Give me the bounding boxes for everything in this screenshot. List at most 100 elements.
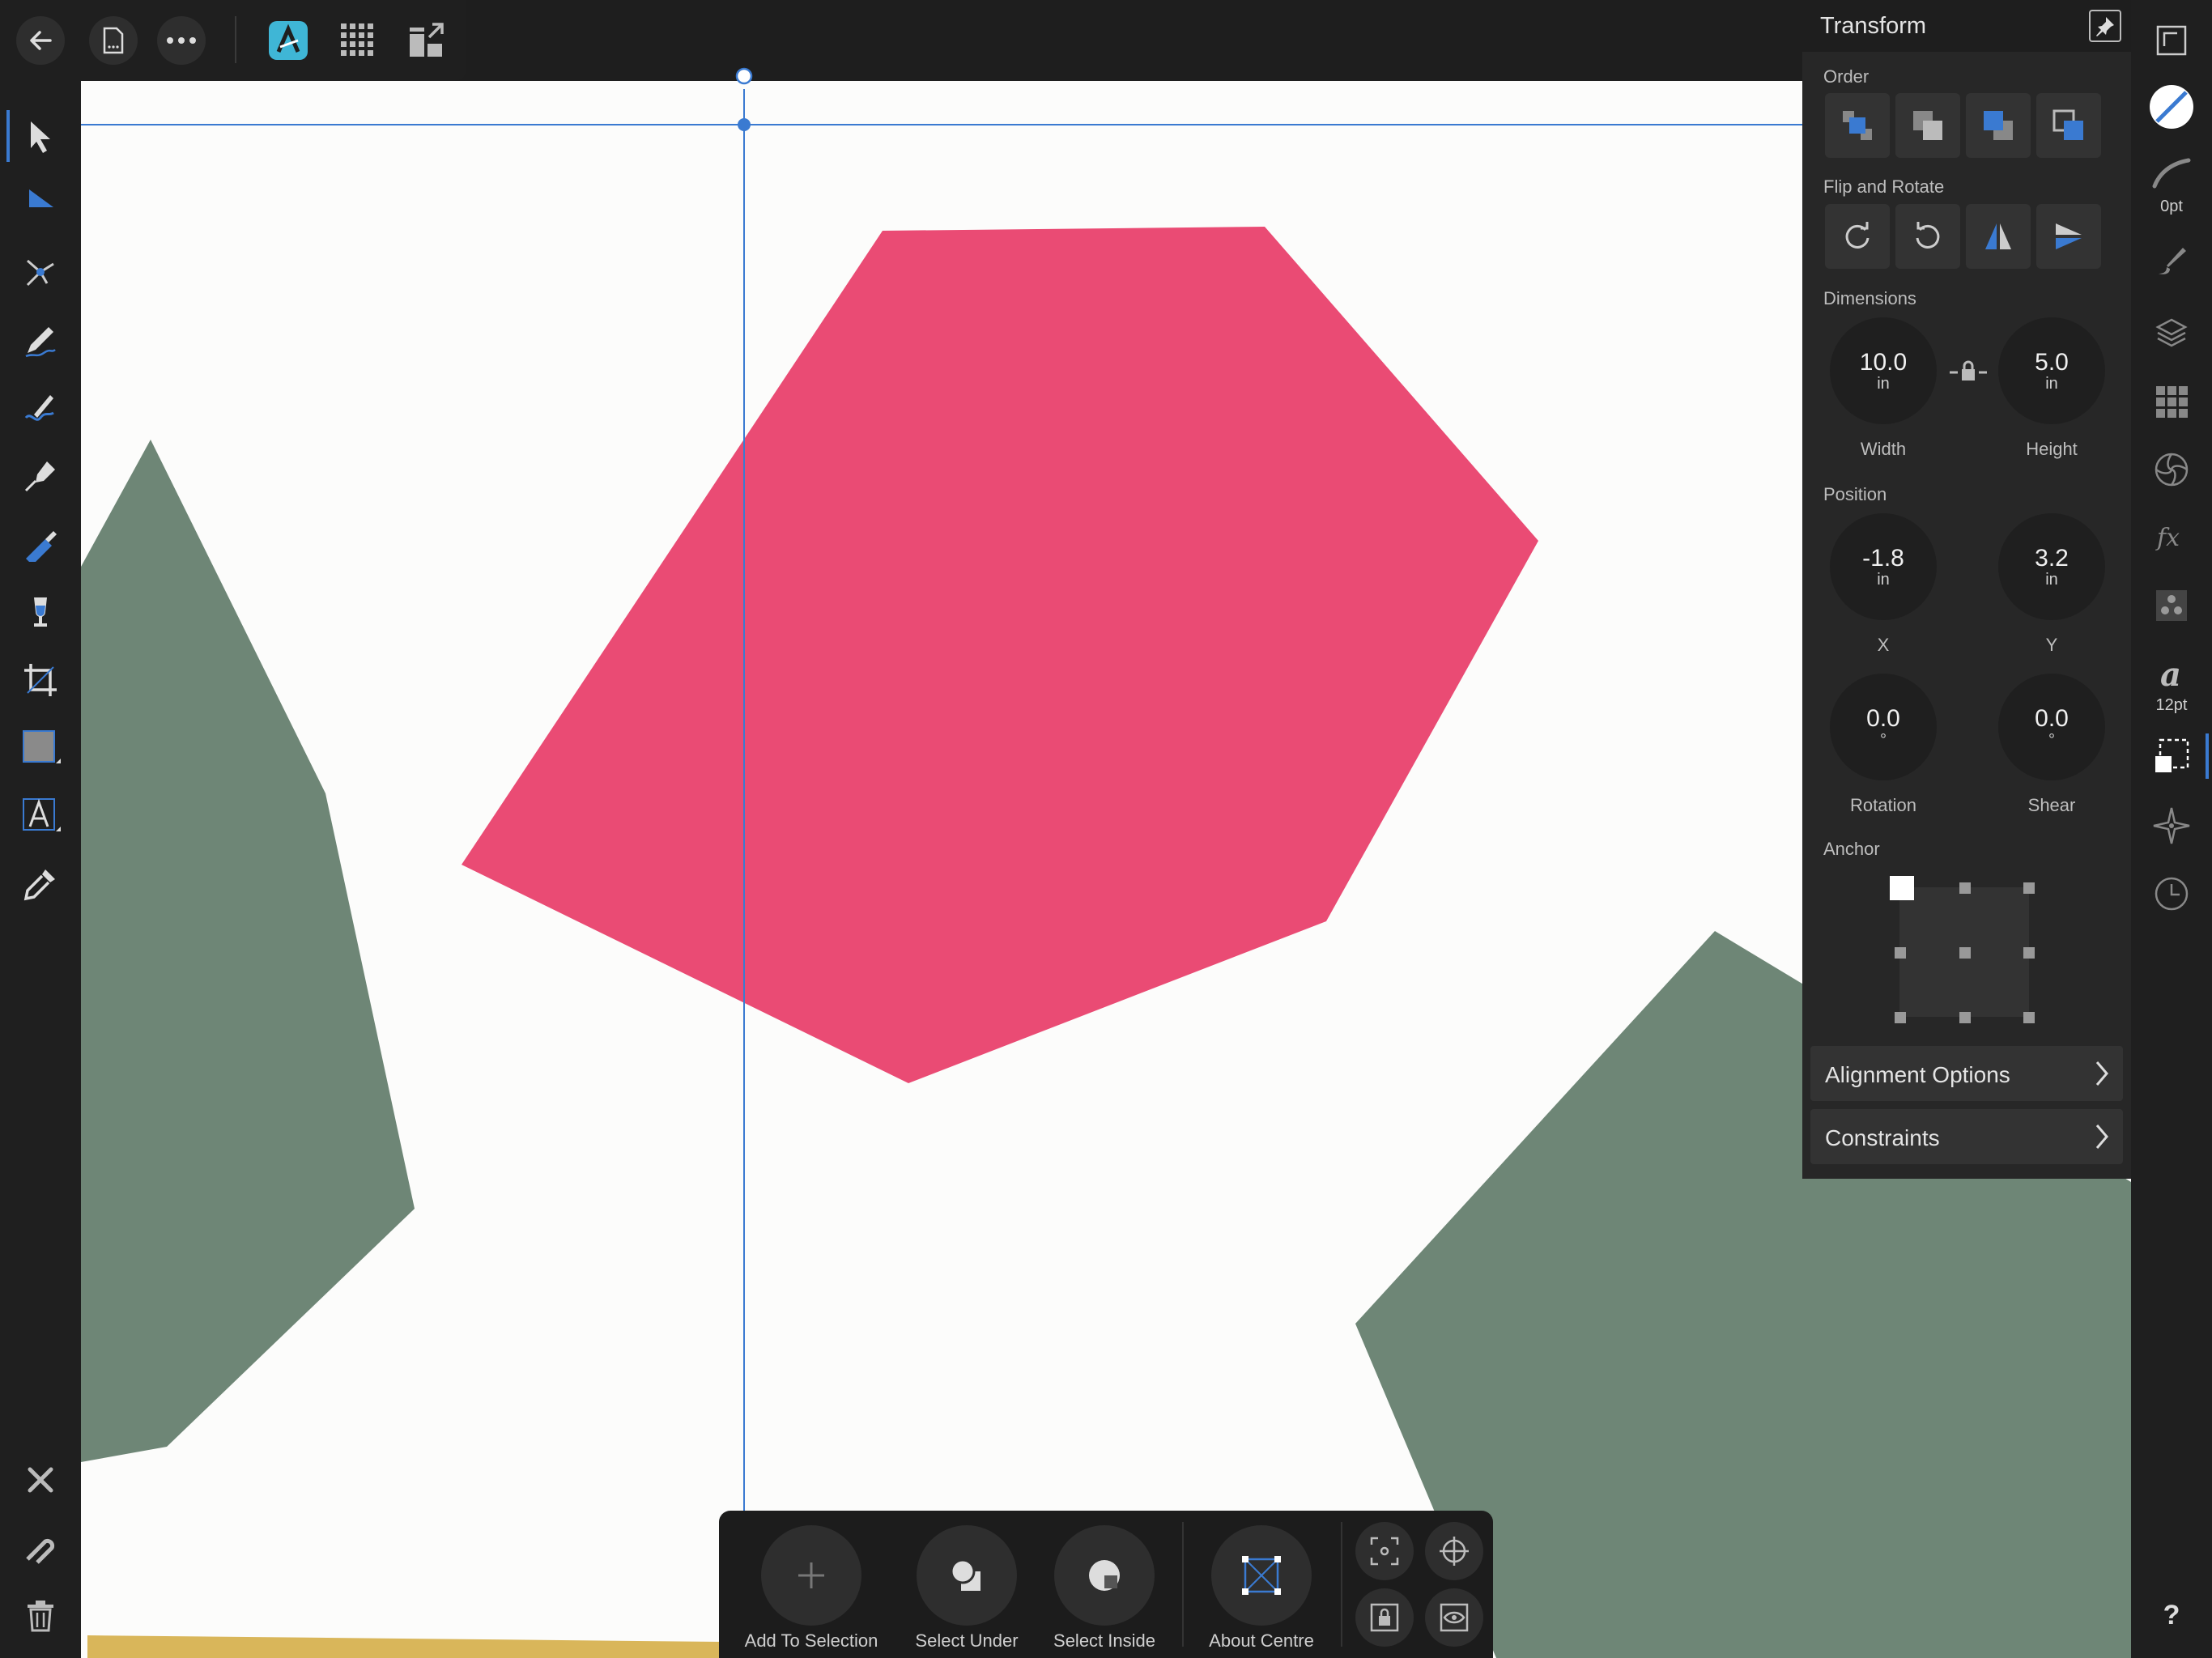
stroke-studio-button[interactable] <box>2146 147 2197 199</box>
anchor-point-middle-left[interactable] <box>1895 947 1906 959</box>
transparency-icon <box>34 597 47 627</box>
anchor-point-bottom-left[interactable] <box>1895 1012 1906 1023</box>
snapping-button[interactable] <box>15 1522 66 1574</box>
add-to-selection-button[interactable] <box>761 1525 861 1626</box>
move-tool[interactable] <box>15 110 66 162</box>
brushes-studio-button[interactable] <box>2146 235 2197 287</box>
transform-studio-button[interactable] <box>2146 730 2197 782</box>
rotation-dial[interactable]: 0.0 ° <box>1830 674 1937 780</box>
help-button[interactable]: ? <box>2131 1600 2212 1631</box>
node-tool[interactable] <box>15 178 66 230</box>
alignment-options-label: Alignment Options <box>1825 1062 2010 1087</box>
stroke-icon <box>2152 158 2191 189</box>
move-back-button[interactable] <box>1966 93 2031 158</box>
close-icon <box>28 1467 53 1493</box>
select-inside-button[interactable] <box>1054 1525 1155 1626</box>
width-value: 10.0 <box>1859 348 1908 376</box>
lock-children-icon <box>1370 1603 1399 1632</box>
navigator-button[interactable] <box>2146 15 2197 66</box>
pin-panel-button[interactable] <box>2089 10 2121 42</box>
transparency-tool[interactable] <box>15 586 66 638</box>
anchor-point-top-left[interactable] <box>1890 876 1914 900</box>
text-studio-button[interactable]: a <box>2146 648 2197 699</box>
font-size-caption: 12pt <box>2155 696 2188 714</box>
y-dial[interactable]: 3.2 in <box>1998 513 2105 620</box>
back-button[interactable] <box>16 16 65 65</box>
rotate-clockwise-button[interactable] <box>1825 204 1890 269</box>
pen-tool[interactable] <box>15 450 66 502</box>
plus-icon <box>798 1562 824 1588</box>
flip-vertical-button[interactable] <box>2036 204 2101 269</box>
about-centre-button[interactable] <box>1211 1525 1312 1626</box>
more-button[interactable] <box>157 16 206 65</box>
transform-panel: Transform Order Flip and Rotate Dimensio… <box>1802 0 2131 1179</box>
anchor-point-bottom-center[interactable] <box>1959 1012 1971 1023</box>
symbols-studio-button[interactable] <box>2146 580 2197 631</box>
position-label: Position <box>1823 484 1887 504</box>
effects-studio-button[interactable]: fx <box>2146 512 2197 563</box>
artistic-text-tool[interactable] <box>15 790 66 842</box>
swatches-studio-button[interactable] <box>2146 376 2197 427</box>
cancel-button[interactable] <box>15 1454 66 1506</box>
pencil-tool[interactable] <box>15 314 66 366</box>
anchor-point-bottom-right[interactable] <box>2023 1012 2035 1023</box>
guide-origin-handle[interactable] <box>738 118 751 131</box>
constraints-studio-button[interactable] <box>2146 800 2197 852</box>
document-button[interactable] <box>89 16 138 65</box>
shear-unit: ° <box>2048 730 2055 749</box>
x-value: -1.8 <box>1862 544 1904 572</box>
constraints-row[interactable]: Constraints <box>1810 1109 2123 1164</box>
move-forward-icon <box>1913 111 1942 140</box>
chevron-right-icon <box>2095 1061 2108 1086</box>
move-back-icon <box>1984 111 2013 140</box>
lock-aspect-button[interactable] <box>1948 359 1989 384</box>
document-icon <box>103 27 124 54</box>
width-dial[interactable]: 10.0 in <box>1830 317 1937 424</box>
transform-origin-icon <box>1370 1537 1399 1566</box>
vector-brush-tool[interactable] <box>15 382 66 434</box>
height-label: Height <box>2026 439 2078 459</box>
transform-origin-button[interactable] <box>1355 1522 1414 1580</box>
select-under-button[interactable] <box>917 1525 1017 1626</box>
delete-button[interactable] <box>15 1590 66 1642</box>
shear-dial[interactable]: 0.0 ° <box>1998 674 2105 780</box>
anchor-point-center[interactable] <box>1959 947 1971 959</box>
left-toolbar <box>0 81 81 1658</box>
anchor-point-middle-right[interactable] <box>2023 947 2035 959</box>
active-tool-indicator <box>6 110 10 162</box>
back-arrow-icon <box>30 31 52 50</box>
designer-persona-button[interactable] <box>264 16 313 65</box>
point-transform-tool[interactable] <box>15 246 66 298</box>
aperture-icon <box>2155 453 2189 487</box>
layers-studio-button[interactable] <box>2146 308 2197 359</box>
move-tool-icon <box>31 121 50 153</box>
color-studio-button[interactable] <box>2146 81 2197 133</box>
fill-tool[interactable] <box>15 518 66 570</box>
flip-horizontal-button[interactable] <box>1966 204 2031 269</box>
move-to-back-button[interactable] <box>2036 93 2101 158</box>
shape-tool[interactable] <box>15 722 66 774</box>
preview-button[interactable] <box>1425 1588 1483 1647</box>
x-dial[interactable]: -1.8 in <box>1830 513 1937 620</box>
lock-children-button[interactable] <box>1355 1588 1414 1647</box>
export-persona-button[interactable] <box>402 16 450 65</box>
anchor-point-top-right[interactable] <box>2023 882 2035 894</box>
rotation-handle[interactable] <box>735 67 753 85</box>
rotate-anticlockwise-button[interactable] <box>1895 204 1960 269</box>
appearance-studio-button[interactable] <box>2146 444 2197 495</box>
height-dial[interactable]: 5.0 in <box>1998 317 2105 424</box>
move-forward-button[interactable] <box>1895 93 1960 158</box>
crop-tool[interactable] <box>15 654 66 706</box>
clock-icon <box>2155 877 2189 911</box>
alignment-options-row[interactable]: Alignment Options <box>1810 1046 2123 1101</box>
svg-text:a: a <box>2160 656 2181 692</box>
chevron-right-icon <box>2095 1124 2108 1149</box>
pencil-icon <box>25 327 56 358</box>
stroke-width-caption: 0pt <box>2160 198 2183 215</box>
history-studio-button[interactable] <box>2146 868 2197 920</box>
anchor-point-top-center[interactable] <box>1959 882 1971 894</box>
crosshair-button[interactable] <box>1425 1522 1483 1580</box>
pixel-persona-button[interactable] <box>334 16 382 65</box>
color-picker-tool[interactable] <box>15 858 66 910</box>
move-to-front-button[interactable] <box>1825 93 1890 158</box>
